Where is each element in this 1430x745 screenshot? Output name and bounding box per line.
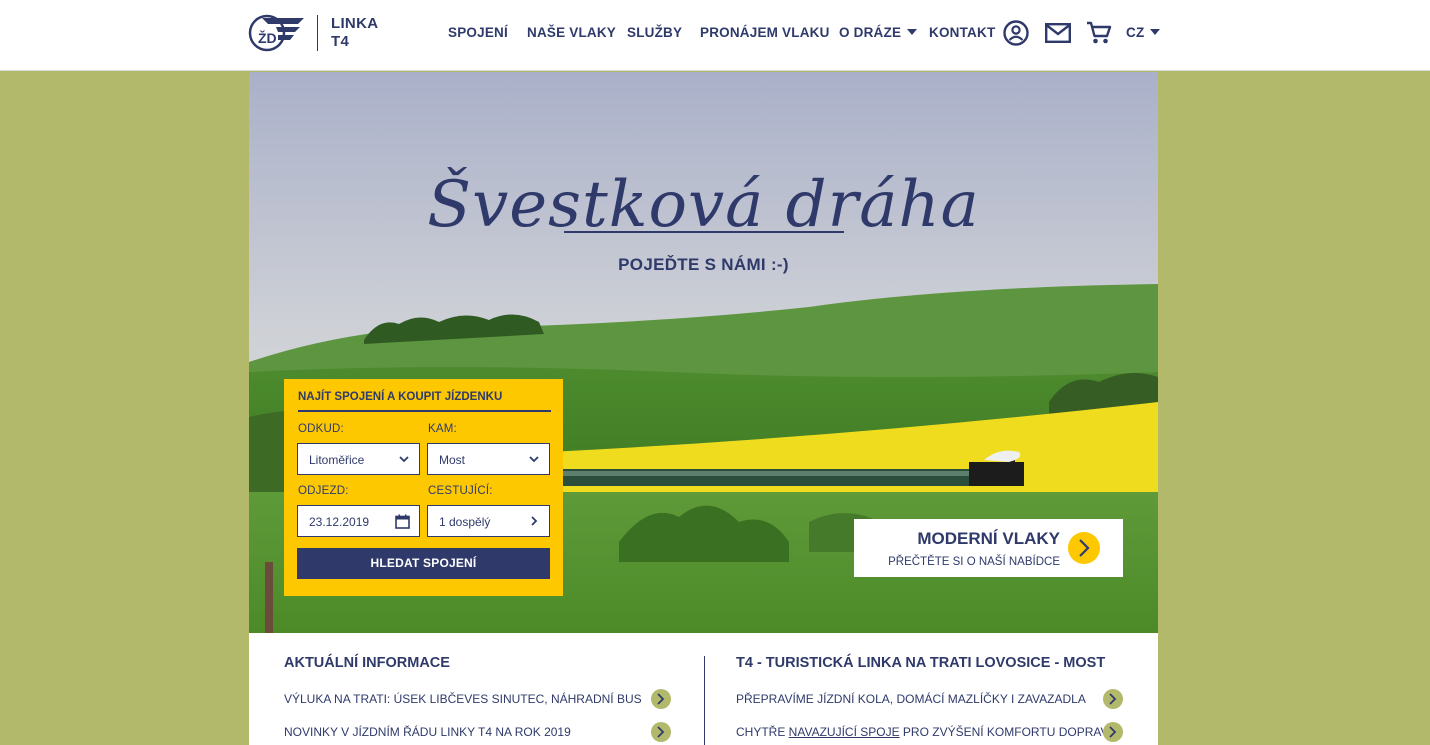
chevron-right-icon[interactable] [1103, 722, 1123, 742]
chevron-down-icon [398, 453, 410, 468]
nav-nase-vlaky[interactable]: NAŠE VLAKY [527, 25, 616, 40]
modern-trains-card[interactable]: MODERNÍ VLAKY PŘEČTĚTE SI O NAŠÍ NABÍDCE [854, 519, 1123, 577]
date-value: 23.12.2019 [309, 515, 370, 529]
modern-trains-subtitle: PŘEČTĚTE SI O NAŠÍ NABÍDCE [888, 556, 1060, 568]
line-info-item[interactable]: CHYTŘE NAVAZUJÍCÍ SPOJE PRO ZVÝŠENÍ KOMF… [736, 725, 1117, 739]
logo-divider [317, 15, 318, 51]
calendar-icon[interactable] [395, 514, 410, 532]
brand-name[interactable]: LINKA T4 [331, 15, 378, 51]
passengers-field[interactable]: 1 dospělý [427, 505, 550, 537]
brand-line-2: T4 [331, 33, 350, 50]
passengers-value: 1 dospělý [439, 515, 491, 529]
nav-o-draze[interactable]: O DRÁZE [839, 25, 918, 40]
cart-icon[interactable] [1086, 20, 1112, 51]
caret-down-icon [1150, 29, 1161, 35]
to-select[interactable]: Most [427, 443, 550, 475]
language-selector[interactable]: CZ [1126, 25, 1161, 40]
logo-icon[interactable]: ŽD [248, 14, 306, 52]
language-label: CZ [1126, 25, 1145, 40]
info-panel: AKTUÁLNÍ INFORMACE VÝLUKA NA TRATI: ÚSEK… [249, 633, 1158, 745]
nav-pronajem-vlaku[interactable]: PRONÁJEM VLAKU [700, 25, 830, 40]
news-item[interactable]: NOVINKY V JÍZDNÍM ŘÁDU LINKY T4 NA ROK 2… [284, 725, 571, 739]
line-info-item-text: CHYTŘE [736, 725, 789, 739]
nav-kontakt[interactable]: KONTAKT [929, 25, 995, 40]
nav-sluzby[interactable]: SLUŽBY [627, 25, 682, 40]
column-divider [704, 656, 705, 745]
chevron-right-icon[interactable] [651, 689, 671, 709]
account-icon[interactable] [1003, 20, 1029, 51]
from-select[interactable]: Litoměřice [297, 443, 420, 475]
to-value: Most [439, 453, 466, 467]
line-info-item[interactable]: PŘEPRAVÍME JÍZDNÍ KOLA, DOMÁCÍ MAZLÍČKY … [736, 692, 1086, 706]
arrow-right-icon[interactable] [1068, 532, 1100, 564]
news-item[interactable]: VÝLUKA NA TRATI: ÚSEK LIBČEVES SINUTEC, … [284, 692, 642, 706]
chevron-right-icon[interactable] [651, 722, 671, 742]
hero-subtitle: POJEĎTE S NÁMI :-) [618, 255, 789, 274]
booking-title: NAJÍT SPOJENÍ A KOUPIT JÍZDENKU [298, 391, 551, 412]
mail-icon[interactable] [1045, 23, 1072, 48]
from-value: Litoměřice [309, 453, 365, 467]
chevron-right-icon [528, 515, 540, 530]
chevron-down-icon [528, 453, 540, 468]
date-field[interactable]: 23.12.2019 [297, 505, 420, 537]
connecting-services-link[interactable]: NAVAZUJÍCÍ SPOJE [789, 725, 900, 739]
modern-trains-title: MODERNÍ VLAKY [917, 529, 1060, 548]
site-header: ŽD LINKA T4 SPOJENÍ NAŠE VLAKY SLUŽBY PR… [0, 0, 1430, 71]
brand-line-1: LINKA [331, 15, 379, 32]
line-info-title: T4 - TURISTICKÁ LINKA NA TRATI LOVOSICE … [736, 655, 1106, 671]
booking-form: NAJÍT SPOJENÍ A KOUPIT JÍZDENKU ODKUD: K… [284, 379, 563, 596]
passengers-label: CESTUJÍCÍ: [428, 485, 493, 497]
svg-text:ŽD: ŽD [258, 29, 277, 46]
to-label: KAM: [428, 423, 457, 435]
news-title: AKTUÁLNÍ INFORMACE [284, 655, 450, 671]
line-info-item-text: PRO ZVÝŠENÍ KOMFORTU DOPRAVY [899, 725, 1117, 739]
nav-o-draze-label: O DRÁZE [839, 25, 902, 40]
hero-title-underline [564, 231, 844, 233]
date-label: ODJEZD: [298, 485, 349, 497]
caret-down-icon [907, 29, 918, 35]
nav-spojeni[interactable]: SPOJENÍ [448, 25, 508, 40]
from-label: ODKUD: [298, 423, 344, 435]
search-connections-button[interactable]: HLEDAT SPOJENÍ [297, 548, 550, 579]
chevron-right-icon[interactable] [1103, 689, 1123, 709]
